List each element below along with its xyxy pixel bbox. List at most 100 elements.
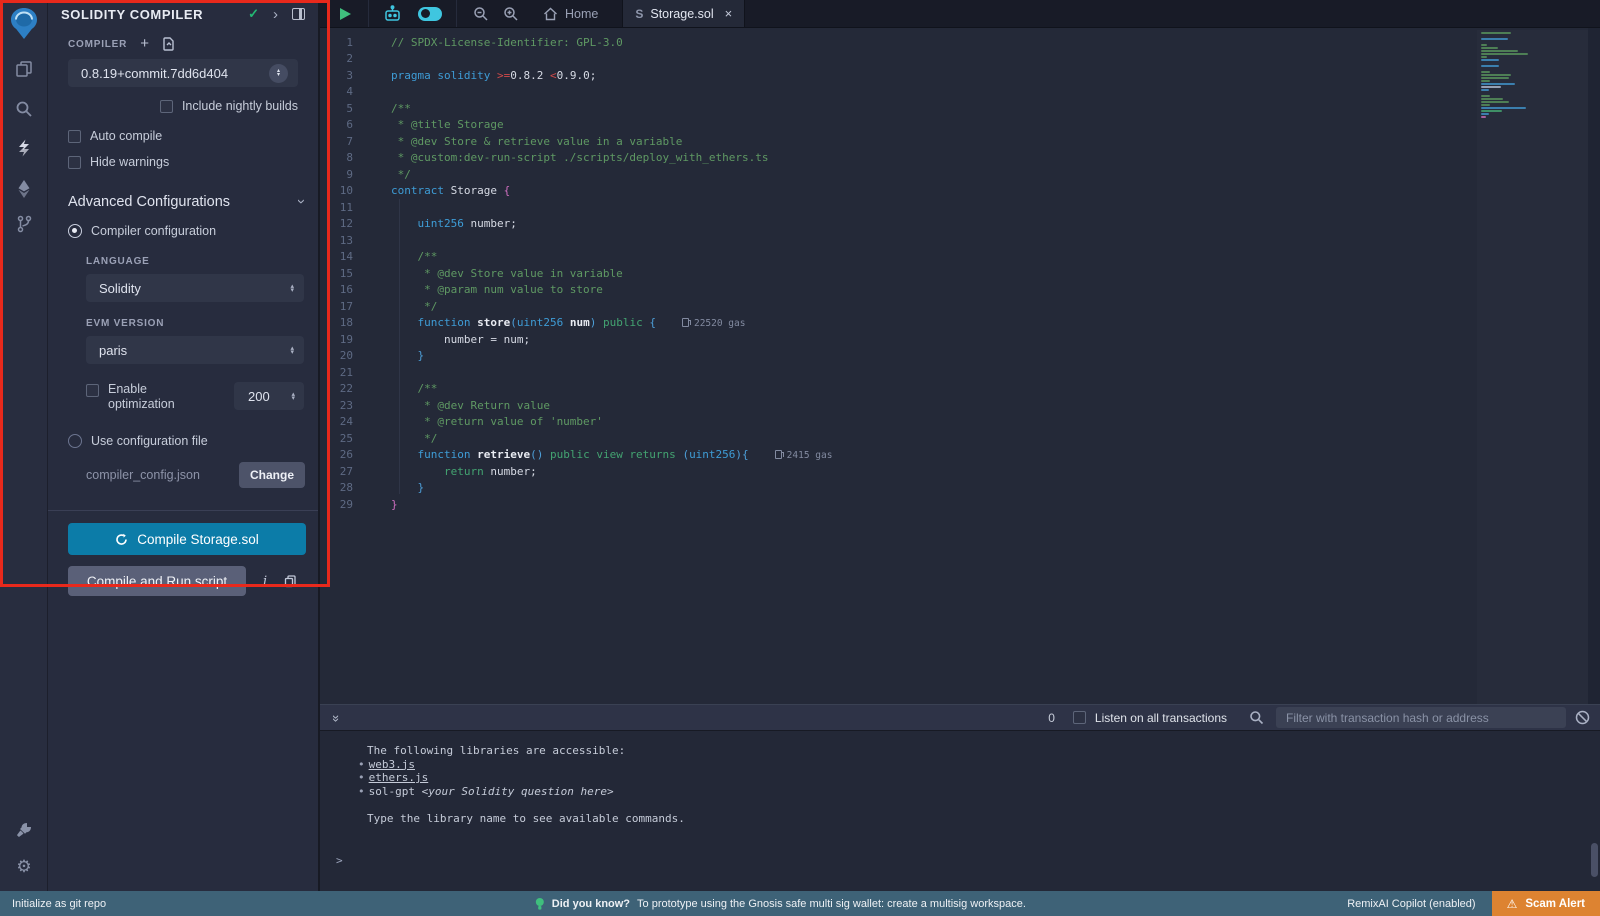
line-number: 8 xyxy=(320,151,365,164)
compile-button[interactable]: Compile Storage.sol xyxy=(68,523,306,555)
line-number: 28 xyxy=(320,481,365,494)
enable-optimization-checkbox[interactable] xyxy=(86,384,99,397)
advanced-configurations-toggle[interactable]: Advanced Configurations › xyxy=(68,193,304,210)
code-editor[interactable]: 1// SPDX-License-Identifier: GPL-3.023pr… xyxy=(320,28,1600,704)
code-line: 23 * @dev Return value xyxy=(320,397,1470,414)
hide-warnings-checkbox[interactable] xyxy=(68,156,81,169)
line-number: 29 xyxy=(320,498,365,511)
line-number: 4 xyxy=(320,85,365,98)
play-icon xyxy=(340,8,351,20)
compiler-version-select[interactable]: 0.8.19+commit.7dd6d404 ▴▾ xyxy=(68,59,298,87)
code-line: 13 xyxy=(320,232,1470,249)
zoom-in-icon[interactable] xyxy=(496,0,529,27)
terminal-scrollbar[interactable] xyxy=(1591,843,1598,877)
home-icon xyxy=(543,7,558,21)
include-nightly-checkbox[interactable] xyxy=(160,100,173,113)
add-icon[interactable]: + xyxy=(140,36,149,51)
gas-pump-icon xyxy=(682,318,689,327)
init-git-repo-button[interactable]: Initialize as git repo xyxy=(12,898,106,910)
copy-icon[interactable] xyxy=(284,575,296,588)
optimization-runs-input[interactable]: 200 ▴▾ xyxy=(234,382,304,410)
run-script-icon[interactable] xyxy=(320,0,368,27)
plugin-manager-icon[interactable] xyxy=(0,812,48,846)
line-number: 12 xyxy=(320,217,365,230)
line-number: 16 xyxy=(320,283,365,296)
scam-alert-badge[interactable]: ⚠ Scam Alert xyxy=(1492,891,1600,916)
double-chevron-down-icon[interactable]: » xyxy=(329,715,344,720)
gas-estimate-annotation: 22520 gas xyxy=(682,318,745,329)
terminal-search-icon[interactable] xyxy=(1249,710,1264,725)
line-number: 5 xyxy=(320,102,365,115)
language-value: Solidity xyxy=(99,281,141,296)
search-icon[interactable] xyxy=(0,92,48,126)
git-icon[interactable] xyxy=(0,207,48,241)
use-configuration-file-label: Use configuration file xyxy=(91,434,208,448)
tab-storage-sol[interactable]: S Storage.sol × xyxy=(622,0,745,27)
panel-title: SOLIDITY COMPILER xyxy=(61,7,203,22)
gas-pump-icon xyxy=(775,450,782,459)
line-number: 11 xyxy=(320,201,365,214)
active-plugin-indicator xyxy=(0,134,3,160)
line-number: 3 xyxy=(320,69,365,82)
evm-version-select[interactable]: paris ▴▾ xyxy=(86,336,304,364)
terminal-line: •ethers.js xyxy=(320,771,1600,785)
code-line: 27 return number; xyxy=(320,463,1470,480)
status-bar: Initialize as git repo Did you know? To … xyxy=(0,891,1600,916)
minimap[interactable] xyxy=(1477,30,1588,704)
deploy-run-icon[interactable] xyxy=(0,172,48,206)
tab-home[interactable]: Home xyxy=(529,0,622,27)
code-line: 2 xyxy=(320,51,1470,68)
compile-and-run-button[interactable]: Compile and Run script xyxy=(68,566,246,596)
panel-layout-icon[interactable] xyxy=(292,8,305,20)
code-line: 26 function retrieve() public view retur… xyxy=(320,447,1470,464)
remix-logo[interactable] xyxy=(0,4,48,44)
compiler-configuration-label: Compiler configuration xyxy=(91,224,216,238)
auto-compile-checkbox[interactable] xyxy=(68,130,81,143)
icon-rail: ⚙ xyxy=(0,0,48,891)
line-number: 1 xyxy=(320,36,365,49)
info-icon[interactable]: i xyxy=(263,574,267,589)
listen-transactions-label: Listen on all transactions xyxy=(1095,711,1227,725)
warning-icon: ⚠ xyxy=(1507,897,1518,911)
change-config-button[interactable]: Change xyxy=(239,462,305,488)
solidity-compiler-icon[interactable] xyxy=(0,131,48,165)
zoom-out-icon[interactable] xyxy=(457,0,496,27)
file-explorer-icon[interactable] xyxy=(0,52,48,86)
chevron-down-icon: › xyxy=(293,199,310,204)
panel-divider xyxy=(48,510,318,511)
line-number: 20 xyxy=(320,349,365,362)
code-line: 9 */ xyxy=(320,166,1470,183)
copilot-status[interactable]: RemixAI Copilot (enabled) xyxy=(1347,898,1475,910)
line-number: 22 xyxy=(320,382,365,395)
remixai-robot-icon[interactable] xyxy=(369,0,410,27)
close-tab-icon[interactable]: × xyxy=(725,6,733,21)
ethers-link[interactable]: ethers.js xyxy=(369,771,429,784)
chevron-right-icon[interactable]: › xyxy=(273,7,278,22)
code-line: 8 * @custom:dev-run-script ./scripts/dep… xyxy=(320,150,1470,167)
listen-transactions-checkbox[interactable] xyxy=(1073,711,1086,724)
code-line: 4 xyxy=(320,84,1470,101)
terminal-prompt[interactable]: > xyxy=(320,854,1600,868)
language-select[interactable]: Solidity ▴▾ xyxy=(86,274,304,302)
transaction-filter-input[interactable] xyxy=(1276,707,1566,728)
line-number: 24 xyxy=(320,415,365,428)
web3-link[interactable]: web3.js xyxy=(369,758,415,771)
code-line: 22 /** xyxy=(320,381,1470,398)
settings-icon[interactable]: ⚙ xyxy=(0,850,48,884)
enable-optimization-label: Enable optimization xyxy=(108,382,200,412)
compiler-configuration-radio[interactable] xyxy=(68,224,82,238)
copilot-toggle[interactable] xyxy=(410,0,456,27)
code-line: 11 xyxy=(320,199,1470,216)
code-line: 10contract Storage { xyxy=(320,183,1470,200)
use-configuration-file-radio[interactable] xyxy=(68,434,82,448)
terminal[interactable]: The following libraries are accessible: … xyxy=(320,731,1600,891)
code-line: 20 } xyxy=(320,348,1470,365)
editor-scrollbar[interactable] xyxy=(1588,28,1600,704)
block-icon[interactable] xyxy=(1575,710,1590,725)
gas-estimate-annotation: 2415 gas xyxy=(775,450,833,461)
lightbulb-icon xyxy=(535,897,545,911)
line-number: 10 xyxy=(320,184,365,197)
include-nightly-label: Include nightly builds xyxy=(182,99,298,113)
advanced-configurations-title: Advanced Configurations xyxy=(68,194,230,210)
open-file-icon[interactable] xyxy=(162,37,175,51)
